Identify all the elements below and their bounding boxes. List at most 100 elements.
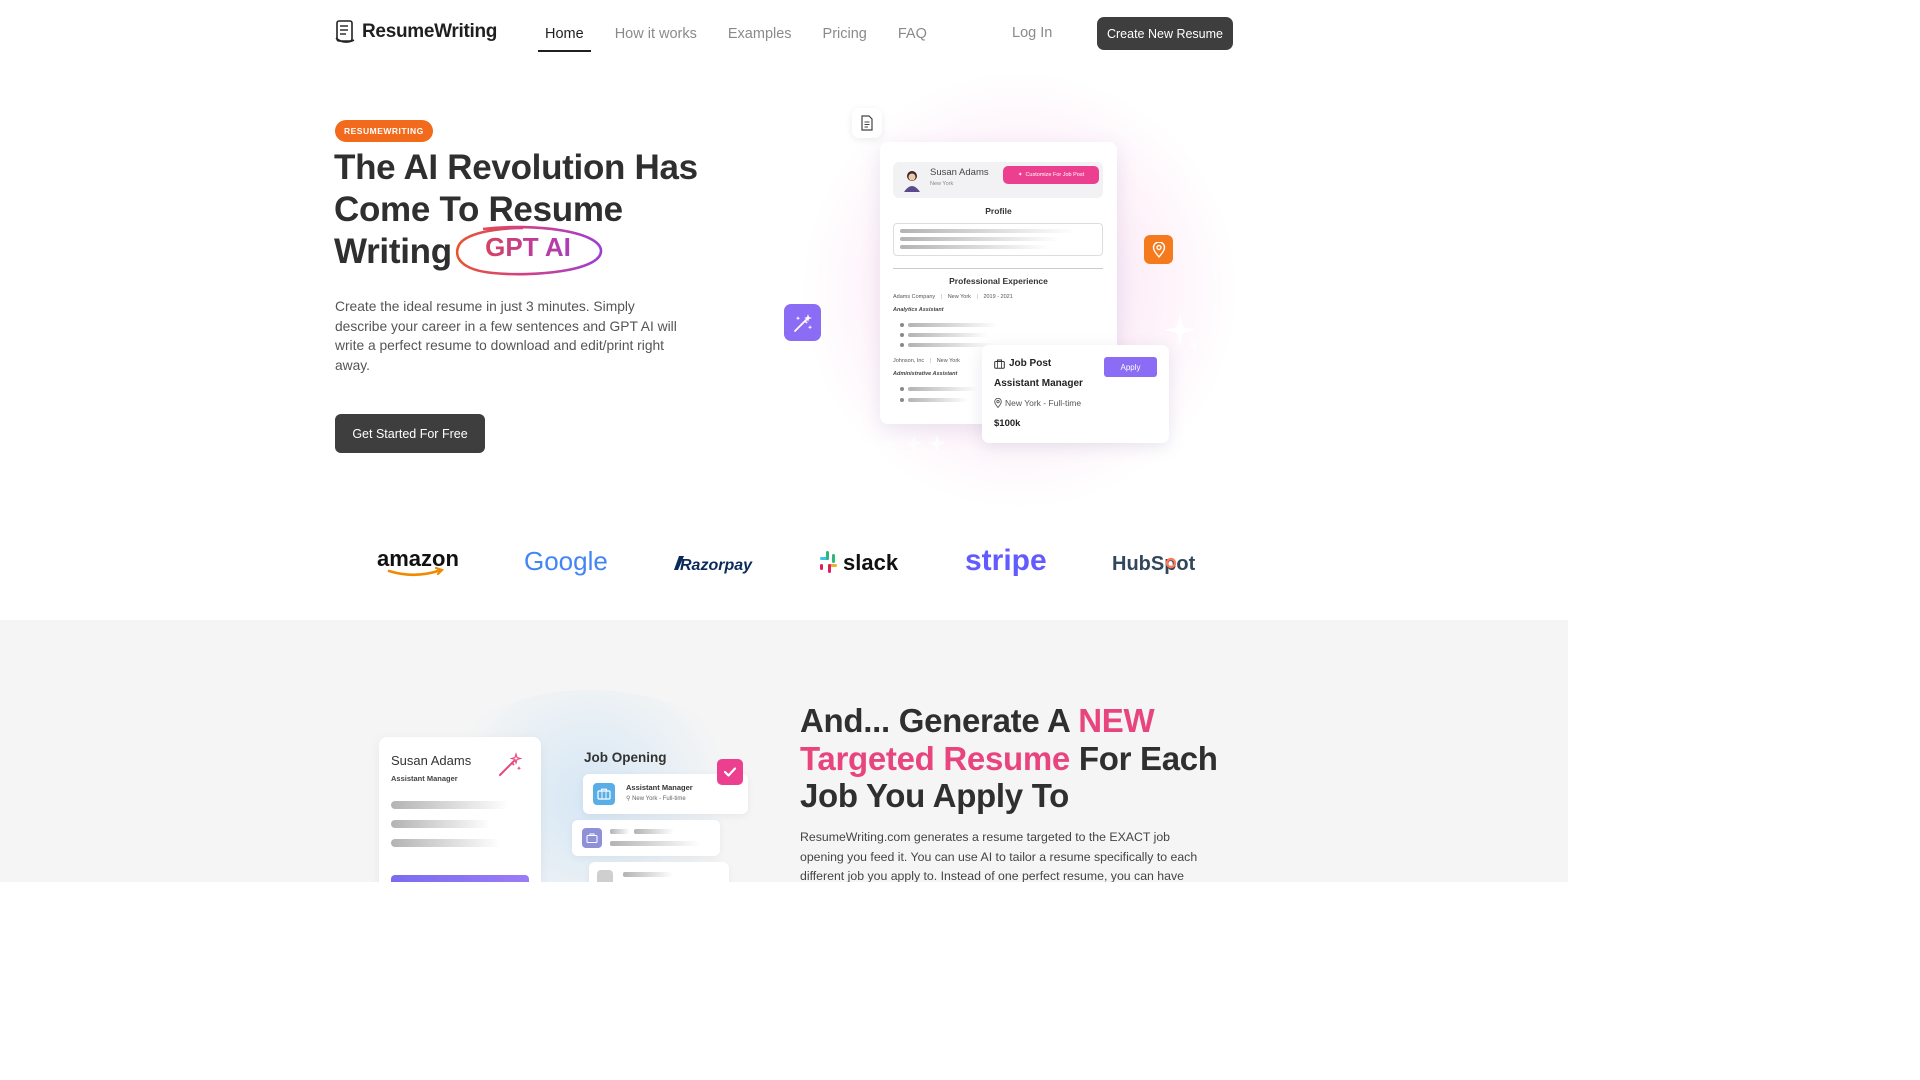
location-pin-icon	[1144, 235, 1173, 264]
briefcase-icon	[994, 359, 1005, 369]
nav-faq[interactable]: FAQ	[891, 24, 934, 52]
job-opening-card[interactable]	[589, 862, 729, 882]
hubspot-logo-text: HubSpot	[1112, 553, 1196, 575]
magic-wand-icon: ✦	[1017, 172, 1023, 178]
stripe-logo: stripe	[963, 540, 1049, 584]
placeholder-line	[610, 841, 700, 846]
job-post-card: Job Post Apply Assistant Manager New Yor…	[982, 345, 1169, 443]
job2-company: Johnson, Inc	[893, 358, 925, 364]
hero-description: Create the ideal resume in just 3 minute…	[335, 299, 677, 373]
login-link[interactable]: Log In	[1012, 25, 1052, 41]
main-nav: Home How it works Examples Pricing FAQ	[538, 24, 951, 52]
card-role: Assistant Manager	[391, 774, 458, 783]
razorpay-logo-text: Razorpay	[680, 557, 753, 574]
logo-text: ResumeWriting	[362, 21, 498, 42]
job-post-title: Job Post	[1009, 358, 1052, 369]
bullet	[900, 398, 904, 402]
top-navbar: ResumeWriting Home How it works Examples…	[0, 0, 1568, 66]
razorpay-logo: Razorpay	[668, 540, 756, 584]
briefcase-icon	[597, 870, 613, 882]
avatar	[901, 168, 923, 192]
bullet	[900, 333, 904, 337]
placeholder-line	[900, 245, 1050, 249]
job1-meta: Adams Company | New York | 2019 - 2021	[893, 294, 1013, 300]
placeholder-line	[908, 333, 988, 337]
briefcase-icon	[593, 783, 615, 805]
job-opening-card[interactable]	[572, 820, 720, 856]
experience-heading: Professional Experience	[949, 276, 1048, 286]
placeholder-line	[900, 229, 1075, 233]
job1-city: New York	[947, 294, 971, 300]
amazon-logo: amazon	[375, 540, 461, 584]
bullet	[900, 387, 904, 391]
placeholder-line	[634, 829, 674, 834]
placeholder-line	[908, 343, 993, 347]
card-name: Susan Adams	[391, 753, 472, 768]
targeted-resume-section: Susan Adams Assistant Manager Job Openin…	[0, 620, 1568, 882]
section-description: ResumeWriting.com generates a resume tar…	[800, 830, 1198, 882]
card-action-button[interactable]	[391, 875, 529, 882]
stripe-logo-text: stripe	[965, 544, 1047, 577]
briefcase-icon	[582, 828, 602, 848]
job-post-location-text: New York - Full-time	[1005, 398, 1082, 408]
placeholder-line	[908, 398, 968, 402]
job1-years: 2019 - 2021	[983, 294, 1013, 300]
customize-label: Customize For Job Post	[1025, 172, 1085, 178]
get-started-button[interactable]: Get Started For Free	[335, 414, 485, 453]
magic-wand-icon	[784, 304, 821, 341]
create-new-resume-button[interactable]: Create New Resume	[1097, 17, 1233, 50]
hubspot-logo: HubSpot	[1110, 540, 1196, 584]
resume-name: Susan Adams	[930, 167, 989, 178]
apply-button[interactable]: Apply	[1104, 357, 1157, 377]
placeholder-line	[610, 829, 630, 834]
section-title-part1: And... Generate A	[800, 702, 1079, 739]
logo[interactable]: ResumeWriting	[334, 18, 497, 46]
job-post-salary: $100k	[994, 418, 1021, 429]
job2-role: Administrative Assistant	[893, 371, 958, 377]
gpt-ai-text: GPT AI	[453, 232, 603, 263]
placeholder-line	[391, 820, 491, 828]
amazon-logo-text: amazon	[377, 546, 459, 571]
hero-badge: RESUMEWRITING	[335, 120, 433, 142]
resume-mini-card: Susan Adams Assistant Manager	[379, 737, 541, 882]
divider	[893, 268, 1103, 269]
section-title: And... Generate A NEW Targeted Resume Fo…	[800, 702, 1220, 815]
placeholder-line	[391, 839, 501, 847]
google-logo: Google	[522, 540, 608, 584]
job-opening-location-text: New York - Full-time	[632, 796, 686, 802]
location-pin-icon	[994, 398, 1002, 408]
job-post-role: Assistant Manager	[994, 378, 1083, 389]
partner-logos: amazon Google Razorpay slack stripe HubS…	[0, 540, 1568, 584]
resume-header: Susan Adams New York ✦ Customize For Job…	[893, 162, 1103, 198]
bullet	[900, 343, 904, 347]
job-post-header: Job Post	[994, 358, 1051, 369]
placeholder-line	[900, 237, 1060, 241]
placeholder-line	[623, 872, 673, 877]
job-opening-title: Assistant Manager	[626, 783, 693, 792]
profile-heading: Profile	[985, 206, 1012, 216]
placeholder-line	[391, 801, 509, 809]
job2-meta: Johnson, Inc | New York	[893, 358, 960, 364]
nav-examples[interactable]: Examples	[721, 24, 799, 52]
checkmark-icon	[717, 759, 743, 785]
slack-logo-text: slack	[843, 550, 899, 575]
magic-wand-icon	[499, 752, 523, 776]
placeholder-line	[908, 387, 978, 391]
job-opening-location: ⚲ New York - Full-time	[626, 795, 686, 802]
nav-how-it-works[interactable]: How it works	[608, 24, 704, 52]
job-opening-label: Job Opening	[584, 750, 667, 765]
job-post-location: New York - Full-time	[994, 398, 1081, 408]
bullet	[900, 323, 904, 327]
placeholder-line	[908, 323, 998, 327]
nav-pricing[interactable]: Pricing	[816, 24, 874, 52]
profile-box	[893, 223, 1103, 256]
logo-icon	[334, 18, 358, 46]
job2-city: New York	[936, 358, 960, 364]
page: ResumeWriting Home How it works Examples…	[0, 0, 1568, 882]
sparkle-row-icon	[865, 434, 946, 452]
slack-logo: slack	[816, 540, 902, 584]
job1-company: Adams Company	[893, 294, 936, 300]
customize-for-job-post-button[interactable]: ✦ Customize For Job Post	[1003, 166, 1099, 184]
nav-home[interactable]: Home	[538, 24, 591, 52]
google-logo-text: Google	[524, 546, 608, 576]
